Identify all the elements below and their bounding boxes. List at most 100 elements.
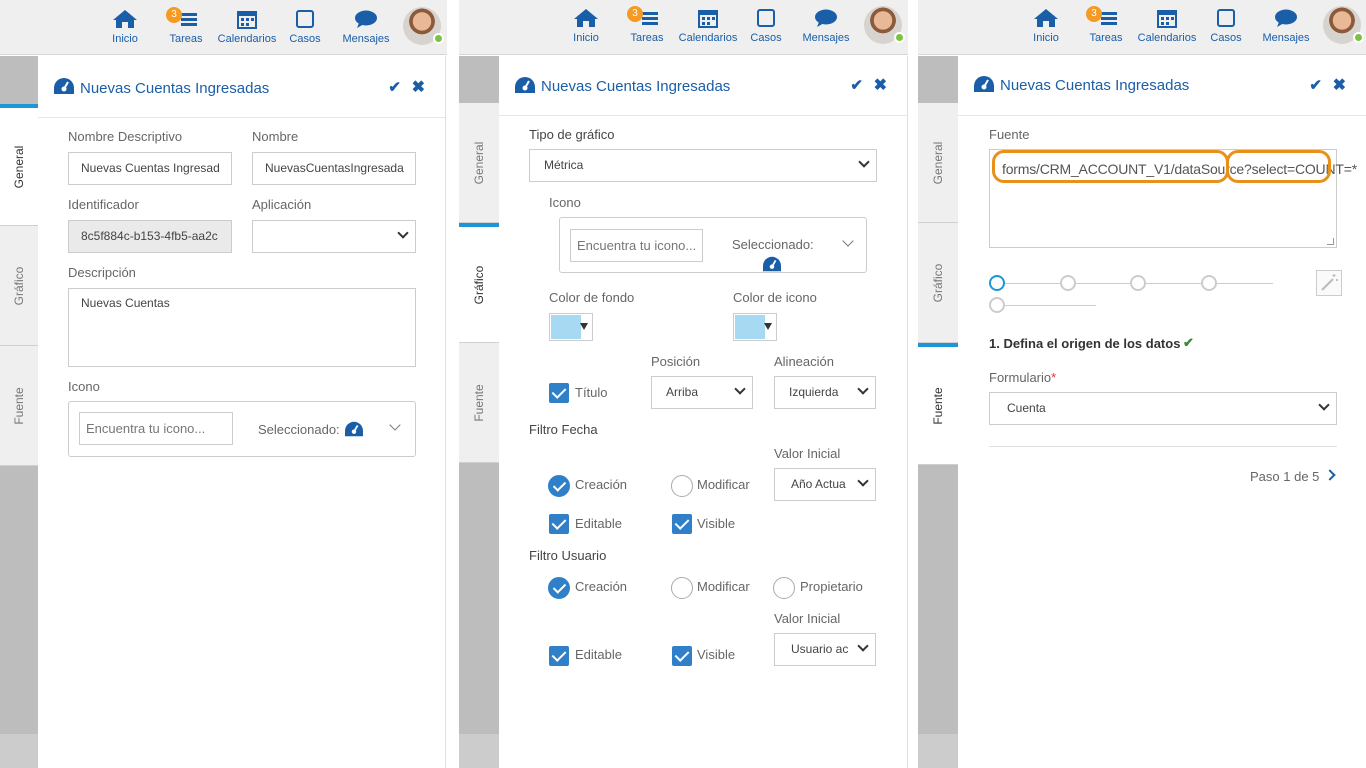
tab-general[interactable]: General: [918, 103, 958, 223]
icon-picker[interactable]: Encuentra tu icono... Seleccionado:: [559, 217, 867, 273]
nav-mensajes[interactable]: Mensajes: [800, 8, 852, 44]
chevron-down-icon: [397, 227, 409, 239]
nav-calendarios[interactable]: Calendarios: [216, 9, 278, 45]
icon-search-input[interactable]: Encuentra tu icono...: [570, 229, 703, 262]
cases-icon: [749, 8, 783, 28]
chevron-down-icon[interactable]: [389, 419, 401, 431]
title-checkbox[interactable]: [549, 383, 569, 403]
nav-calendarios[interactable]: Calendarios: [677, 8, 739, 44]
chart-type-select[interactable]: Métrica: [529, 149, 877, 182]
descriptive-name-input[interactable]: Nuevas Cuentas Ingresad: [68, 152, 232, 185]
nav-tareas[interactable]: 3 Tareas: [627, 6, 667, 44]
wizard-connector: [1217, 283, 1273, 284]
tab-fuente[interactable]: Fuente: [918, 347, 958, 465]
vertical-tabs: General Gráfico Fuente: [459, 56, 499, 768]
wizard-step-5[interactable]: [989, 297, 1005, 313]
nav-tareas[interactable]: 3 Tareas: [166, 7, 206, 45]
cases-icon: [1209, 8, 1243, 28]
top-navbar: Inicio 3 Tareas Calendarios Casos Mensaj…: [0, 0, 447, 55]
close-icon[interactable]: ✖: [874, 75, 887, 95]
user-modify-radio[interactable]: [671, 577, 693, 599]
online-status-dot: [433, 33, 444, 44]
tab-grafico[interactable]: Gráfico: [459, 227, 499, 343]
calendar-icon: [677, 8, 739, 28]
position-select[interactable]: Arriba: [651, 376, 753, 409]
user-owner-label: Propietario: [800, 579, 863, 594]
name-input[interactable]: NuevasCuentasIngresada: [252, 152, 416, 185]
date-initial-value-select[interactable]: Año Actua: [774, 468, 876, 501]
required-mark: *: [1051, 370, 1057, 385]
tab-general[interactable]: General: [459, 103, 499, 223]
nav-casos[interactable]: Casos: [288, 9, 322, 45]
user-owner-radio[interactable]: [773, 577, 795, 599]
description-textarea[interactable]: Nuevas Cuentas: [68, 288, 416, 367]
wizard-step-3[interactable]: [1130, 275, 1146, 291]
user-avatar[interactable]: [403, 7, 444, 45]
divider: [989, 446, 1337, 447]
close-icon[interactable]: ✖: [1333, 75, 1346, 95]
messages-icon: [800, 8, 852, 28]
user-initial-value-select[interactable]: Usuario ac: [774, 633, 876, 666]
wizard-connector: [1005, 283, 1060, 284]
wizard-connector: [1146, 283, 1201, 284]
user-editable-label: Editable: [575, 647, 622, 662]
nav-casos[interactable]: Casos: [1209, 8, 1243, 44]
chevron-down-icon[interactable]: [842, 235, 854, 247]
date-visible-checkbox[interactable]: [672, 514, 692, 534]
wizard-step-2[interactable]: [1060, 275, 1076, 291]
tab-fuente[interactable]: Fuente: [459, 343, 499, 463]
user-creation-radio[interactable]: [548, 577, 570, 599]
nav-mensajes[interactable]: Mensajes: [1260, 8, 1312, 44]
date-modify-radio[interactable]: [671, 475, 693, 497]
nav-label: Inicio: [1033, 32, 1059, 44]
wizard-connector: [1076, 283, 1130, 284]
application-select[interactable]: [252, 220, 416, 253]
date-creation-radio[interactable]: [548, 475, 570, 497]
nav-inicio[interactable]: Inicio: [109, 9, 141, 45]
user-avatar[interactable]: [1323, 6, 1364, 44]
wizard-connector: [1005, 305, 1096, 306]
icon-color-picker[interactable]: [733, 313, 777, 341]
wizard-step-1[interactable]: [989, 275, 1005, 291]
panel-header: Nuevas Cuentas Ingresadas ✔ ✖: [38, 56, 445, 118]
tasks-badge: 3: [166, 7, 182, 23]
date-editable-checkbox[interactable]: [549, 514, 569, 534]
nav-inicio[interactable]: Inicio: [570, 8, 602, 44]
user-avatar[interactable]: [864, 6, 905, 44]
nav-inicio[interactable]: Inicio: [1030, 8, 1062, 44]
highlight-source-path: [992, 150, 1229, 183]
bg-color-picker[interactable]: [549, 313, 593, 341]
nav-label: Mensajes: [342, 33, 390, 45]
magic-wand-icon[interactable]: [1316, 270, 1342, 296]
icon-search-input[interactable]: Encuentra tu icono...: [79, 412, 233, 445]
check-icon[interactable]: ✔: [1309, 76, 1322, 94]
calendar-icon: [216, 9, 278, 29]
date-visible-label: Visible: [697, 516, 736, 531]
tab-fuente[interactable]: Fuente: [0, 346, 38, 466]
close-icon[interactable]: ✖: [412, 77, 425, 97]
alignment-select[interactable]: Izquierda: [774, 376, 876, 409]
tab-grafico[interactable]: Gráfico: [918, 223, 958, 343]
check-icon[interactable]: ✔: [388, 78, 401, 96]
nav-casos[interactable]: Casos: [749, 8, 783, 44]
nav-label: Inicio: [112, 33, 138, 45]
tab-general[interactable]: General: [0, 108, 38, 226]
form-panel: Nuevas Cuentas Ingresadas ✔ ✖ Fuente for…: [958, 56, 1366, 768]
form-select[interactable]: Cuenta: [989, 392, 1337, 425]
nav-tareas[interactable]: 3 Tareas: [1086, 6, 1126, 44]
tab-grafico[interactable]: Gráfico: [0, 226, 38, 346]
panel-title: Nuevas Cuentas Ingresadas: [1000, 77, 1190, 94]
icon-picker[interactable]: Encuentra tu icono... Seleccionado:: [68, 401, 416, 457]
user-visible-checkbox[interactable]: [672, 646, 692, 666]
color-swatch: [735, 315, 765, 339]
user-editable-checkbox[interactable]: [549, 646, 569, 666]
chart-type-label: Tipo de gráfico: [529, 127, 615, 142]
nav-calendarios[interactable]: Calendarios: [1136, 8, 1198, 44]
check-icon[interactable]: ✔: [850, 76, 863, 94]
tasks-icon: 3: [166, 7, 206, 29]
chevron-right-icon[interactable]: [1324, 469, 1336, 481]
wizard-step-4[interactable]: [1201, 275, 1217, 291]
chevron-down-icon: [734, 383, 746, 395]
nav-mensajes[interactable]: Mensajes: [340, 9, 392, 45]
resize-handle[interactable]: [1327, 238, 1334, 245]
